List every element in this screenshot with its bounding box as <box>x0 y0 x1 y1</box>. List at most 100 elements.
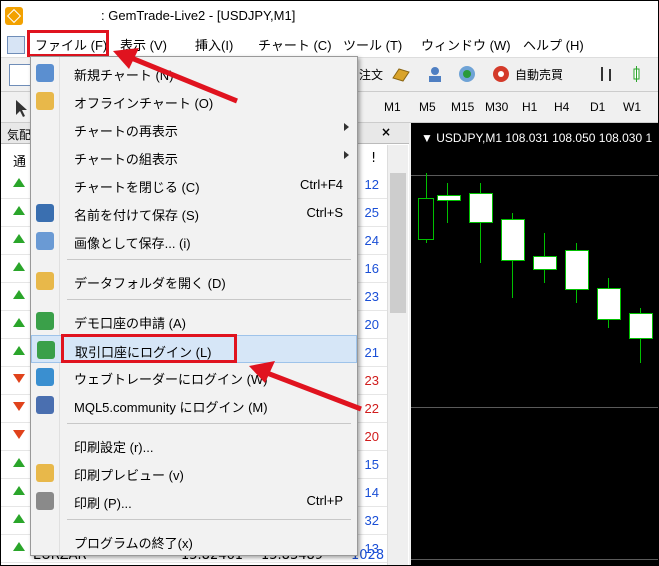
arrow-up-icon <box>13 234 25 243</box>
menu-item-label: デモ口座の申請 (A) <box>74 316 186 331</box>
menu-item[interactable]: MQL5.community にログイン (M) <box>31 391 357 419</box>
auto-trading-button[interactable]: 自動売買 <box>515 66 563 83</box>
arrow-up-icon <box>13 486 25 495</box>
folder-open-icon <box>36 92 54 110</box>
candle-wick <box>447 183 448 223</box>
menu-item[interactable]: チャートを閉じる (C) Ctrl+F4 <box>31 171 357 199</box>
globe-icon <box>36 368 54 386</box>
bar-chart-icon[interactable] <box>597 64 617 84</box>
radar-icon[interactable] <box>457 64 477 84</box>
timeframe-h4[interactable]: H4 <box>554 100 569 114</box>
menu-shortcut: Ctrl+P <box>306 493 343 508</box>
file-menu-highlight-box <box>27 30 109 57</box>
arrow-up-icon <box>13 514 25 523</box>
candle <box>437 195 461 201</box>
menu-item[interactable]: プログラムの終了(x) <box>31 527 357 555</box>
menu-item[interactable]: オフラインチャート (O) <box>31 87 357 115</box>
timeframe-m5[interactable]: M5 <box>419 100 436 114</box>
menu-help[interactable]: ヘルプ (H) <box>523 35 584 54</box>
timeframe-w1[interactable]: W1 <box>623 100 641 114</box>
candle <box>418 198 434 240</box>
spread-cell: 12 <box>364 177 379 192</box>
candle <box>469 193 493 223</box>
menu-item-label: 名前を付けて保存 (S) <box>74 208 199 223</box>
menu-separator <box>67 423 351 424</box>
chart-symbol-price: USDJPY,M1 108.031 108.050 108.030 1 <box>436 131 653 145</box>
timeframe-m15[interactable]: M15 <box>451 100 474 114</box>
candle <box>597 288 621 320</box>
cursor-icon[interactable] <box>11 98 31 118</box>
menu-item[interactable]: 画像として保存... (i) <box>31 227 357 255</box>
menu-item[interactable]: 新規チャート (N) <box>31 59 357 87</box>
menu-tools[interactable]: ツール (T) <box>343 35 402 54</box>
arrow-up-icon <box>13 458 25 467</box>
candlestick-icon[interactable] <box>629 64 649 84</box>
menu-item-label: 画像として保存... (i) <box>74 236 191 251</box>
timeframe-d1[interactable]: D1 <box>590 100 605 114</box>
timeframe-m1[interactable]: M1 <box>384 100 401 114</box>
gold-bar-icon[interactable] <box>391 64 411 84</box>
menu-item[interactable]: データフォルダを開く (D) <box>31 267 357 295</box>
scroll-thumb[interactable] <box>390 173 406 313</box>
auto-trading-icon[interactable] <box>491 64 511 84</box>
spread-cell: 23 <box>364 373 379 388</box>
menu-separator <box>67 299 351 300</box>
candle <box>565 250 589 290</box>
menu-shortcut: Ctrl+F4 <box>300 177 343 192</box>
submenu-arrow-icon <box>344 151 349 159</box>
chart-window[interactable]: ▼ USDJPY,M1 108.031 108.050 108.030 1 <box>411 123 658 565</box>
menu-view[interactable]: 表示 (V) <box>120 35 167 54</box>
title-bar: : GemTrade-Live2 - [USDJPY,M1] <box>1 1 658 31</box>
menu-item[interactable]: 印刷 (P)... Ctrl+P <box>31 487 357 515</box>
spread-cell: 20 <box>364 317 379 332</box>
menu-item[interactable]: デモ口座の申請 (A) <box>31 307 357 335</box>
arrow-up-icon <box>13 178 25 187</box>
new-chart-icon <box>36 64 54 82</box>
close-panel-icon[interactable]: × <box>381 125 391 139</box>
menu-item[interactable]: 名前を付けて保存 (S) Ctrl+S <box>31 199 357 227</box>
new-chart-icon[interactable] <box>9 64 31 86</box>
spread-cell: 24 <box>364 233 379 248</box>
menu-item-label: チャートを閉じる (C) <box>74 180 200 195</box>
document-icon[interactable] <box>7 36 25 54</box>
spread-cell: 25 <box>364 205 379 220</box>
menu-item-label: データフォルダを開く (D) <box>74 276 226 291</box>
menu-insert[interactable]: 挿入(I) <box>195 35 233 54</box>
menu-item-label: オフラインチャート (O) <box>74 96 214 111</box>
folder-icon <box>36 272 54 290</box>
candle <box>629 313 653 339</box>
new-order-label[interactable]: 注文 <box>359 66 383 83</box>
menu-item-label: 印刷設定 (r)... <box>74 440 154 455</box>
login-item-highlight-box <box>61 334 237 363</box>
arrow-down-icon <box>13 374 25 383</box>
spread-cell: 14 <box>364 485 379 500</box>
grid-line <box>411 175 658 176</box>
menu-item-label: チャートの組表示 <box>74 152 178 167</box>
menu-item-label: チャートの再表示 <box>74 124 178 139</box>
menu-item[interactable]: 印刷プレビュー (v) <box>31 459 357 487</box>
signals-user-icon[interactable] <box>425 64 445 84</box>
menu-window[interactable]: ウィンドウ (W) <box>421 35 511 54</box>
menu-item[interactable]: 印刷設定 (r)... <box>31 431 357 459</box>
timeframe-h1[interactable]: H1 <box>522 100 537 114</box>
arrow-up-icon <box>13 318 25 327</box>
menu-item[interactable]: チャートの組表示 <box>31 143 357 171</box>
app-logo-icon <box>5 7 23 25</box>
grid-line <box>411 559 658 560</box>
menu-chart[interactable]: チャート (C) <box>258 35 332 54</box>
market-watch-title: 気配 <box>7 128 32 142</box>
column-symbol-header[interactable]: 通 <box>13 151 26 170</box>
menu-shortcut: Ctrl+S <box>306 205 343 220</box>
candle <box>501 219 525 261</box>
timeframe-m30[interactable]: M30 <box>485 100 508 114</box>
file-menu-dropdown: 新規チャート (N) オフラインチャート (O) チャートの再表示 チャートの組表示チ… <box>30 56 358 556</box>
application-window: : GemTrade-Live2 - [USDJPY,M1] ファイル (F) … <box>0 0 659 566</box>
column-spread-header[interactable]: ! <box>371 151 376 166</box>
user-add-icon <box>36 312 54 330</box>
market-watch-scrollbar[interactable] <box>387 145 408 565</box>
menu-item-label: ウェブトレーダーにログイン (W) <box>74 372 268 387</box>
menu-item[interactable]: ウェブトレーダーにログイン (W) <box>31 363 357 391</box>
save-image-icon <box>36 232 54 250</box>
spread-cell: 16 <box>364 261 379 276</box>
menu-item[interactable]: チャートの再表示 <box>31 115 357 143</box>
